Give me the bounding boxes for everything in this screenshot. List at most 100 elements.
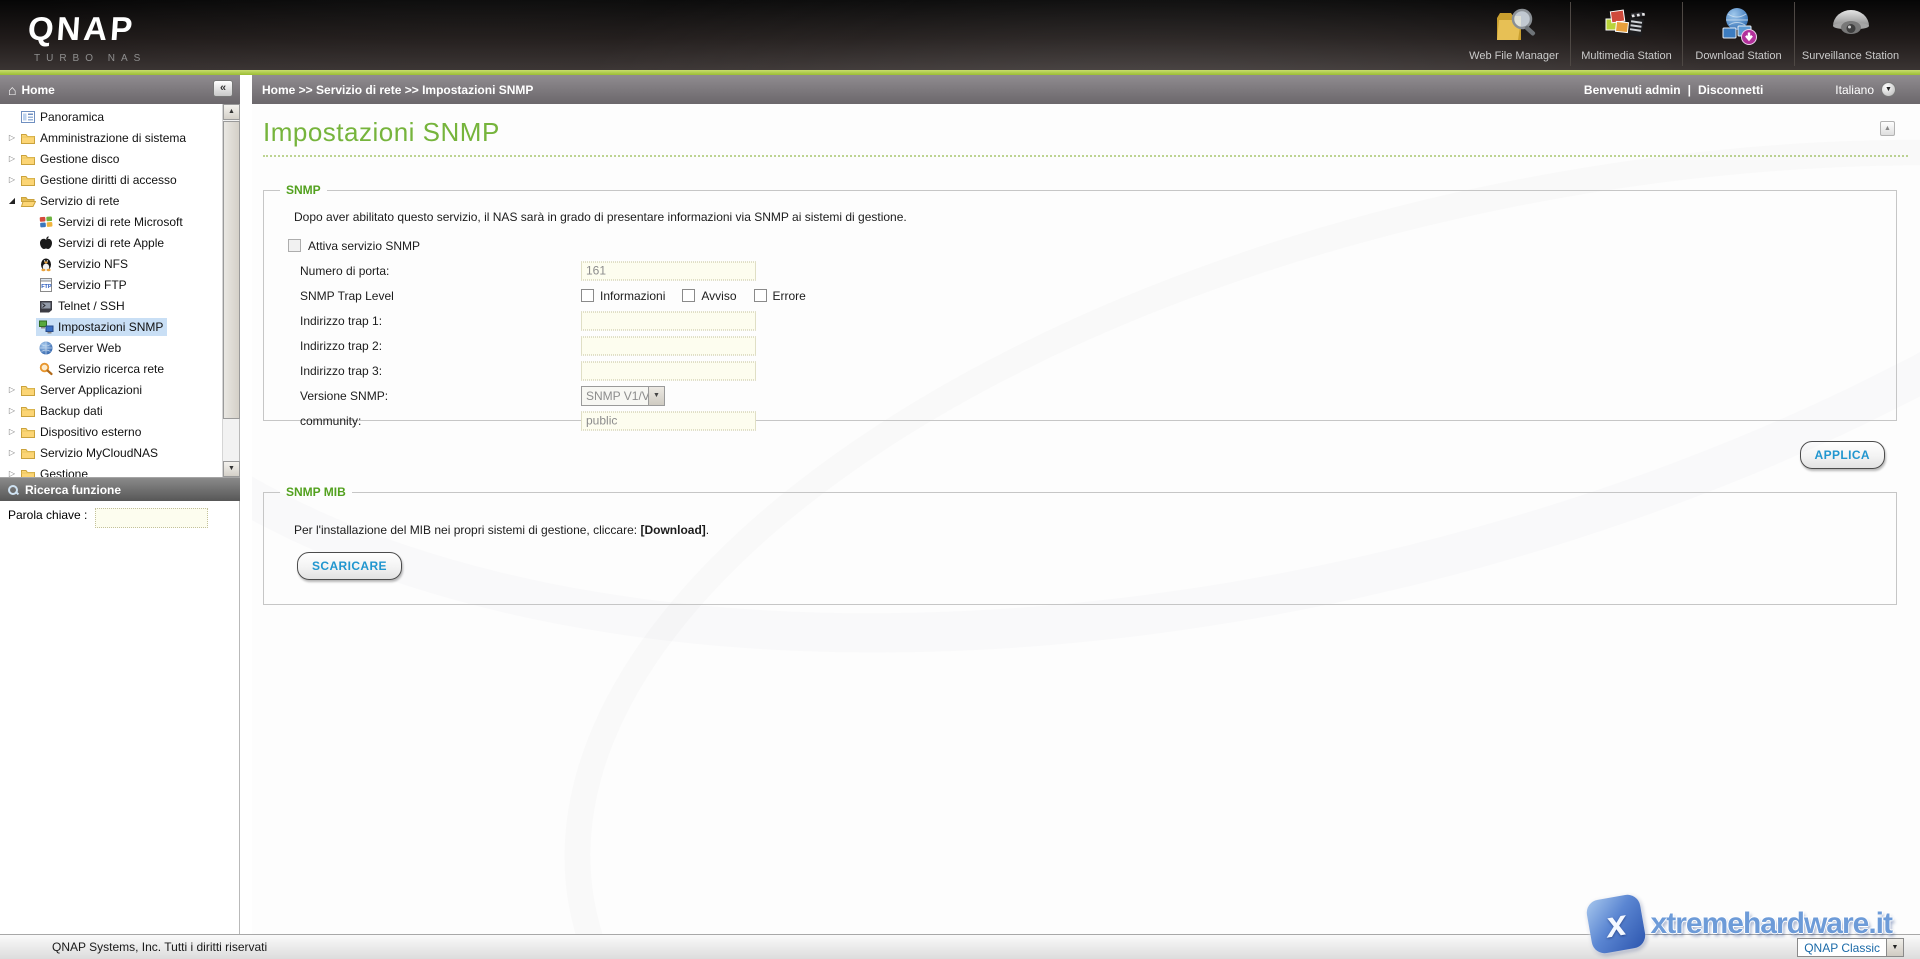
sidebar-item-server-applicazioni[interactable]: ▷Server Applicazioni: [0, 379, 222, 400]
sidebar-item-server-web[interactable]: Server Web: [0, 337, 222, 358]
collapse-sidebar-button[interactable]: «: [213, 80, 233, 97]
snmp-version-select[interactable]: SNMP V1/V2 ▼: [581, 386, 665, 406]
tree-row-body: Server Web: [36, 339, 125, 357]
port-label: Numero di porta:: [300, 264, 389, 278]
trap-errore-checkbox[interactable]: [754, 289, 767, 302]
sidebar-item-label: Gestione diritti di accesso: [40, 173, 177, 187]
enable-snmp-label: Attiva servizio SNMP: [308, 239, 420, 253]
tree-row-body: Amministrazione di sistema: [18, 129, 190, 147]
expand-arrow-icon[interactable]: ▷: [6, 175, 18, 184]
trap-option-label: Avviso: [701, 289, 736, 303]
scroll-up-icon[interactable]: ▲: [223, 104, 240, 120]
trap-option-avviso: Avviso: [682, 289, 736, 303]
tree-row-body: FTPServizio FTP: [36, 276, 131, 294]
sidebar-item-panoramica[interactable]: Panoramica: [0, 106, 222, 127]
sidebar-item-label: Panoramica: [40, 110, 104, 124]
apply-button[interactable]: APPLICA: [1800, 441, 1885, 469]
turbo-nas-label: TURBO NAS: [34, 53, 146, 64]
trap-avviso-checkbox[interactable]: [682, 289, 695, 302]
expand-arrow-icon[interactable]: ▷: [6, 469, 18, 477]
expand-arrow-icon[interactable]: ▷: [6, 385, 18, 394]
app-label: Multimedia Station: [1581, 50, 1672, 62]
snmp-description: Dopo aver abilitato questo servizio, il …: [294, 210, 1896, 224]
folder-icon: [20, 382, 36, 398]
scrollbar-thumb[interactable]: [223, 121, 240, 419]
sidebar-item-label: Servizio MyCloudNAS: [40, 446, 158, 460]
sidebar-scrollbar[interactable]: ▲ ▼: [222, 104, 239, 477]
app-label: Surveillance Station: [1802, 50, 1899, 62]
expand-arrow-icon[interactable]: ▷: [6, 154, 18, 163]
sidebar-item-amministrazione-di-sistema[interactable]: ▷Amministrazione di sistema: [0, 127, 222, 148]
tree-row-body: Servizio NFS: [36, 255, 132, 273]
sidebar-item-servizio-nfs[interactable]: Servizio NFS: [0, 253, 222, 274]
sidebar-item-backup-dati[interactable]: ▷ Backup dati: [0, 400, 222, 421]
sidebar-item-label: Servizio ricerca rete: [58, 362, 164, 376]
snmp-mib-legend: SNMP MIB: [280, 485, 352, 499]
scroll-down-icon[interactable]: ▼: [223, 461, 240, 477]
sidebar-item-label: Gestione disco: [40, 152, 119, 166]
sidebar-item-servizi-di-rete-microsoft[interactable]: Servizi di rete Microsoft: [0, 211, 222, 232]
footer: QNAP Systems, Inc. Tutti i diritti riser…: [0, 934, 1920, 959]
folder-icon: [20, 466, 36, 478]
trap1-input[interactable]: [581, 311, 756, 330]
panel-toggle-icon[interactable]: ▲: [1880, 121, 1895, 136]
folder-icon: [20, 172, 36, 188]
sidebar-item-gestione-disco[interactable]: ▷ Gestione disco: [0, 148, 222, 169]
sidebar-item-servizio-mycloudnas[interactable]: ▷ Servizio MyCloudNAS: [0, 442, 222, 463]
expand-arrow-icon[interactable]: ▷: [6, 427, 18, 436]
port-input[interactable]: [581, 261, 756, 280]
trap-option-informazioni: Informazioni: [581, 289, 665, 303]
sidebar-item-impostazioni-snmp[interactable]: Impostazioni SNMP: [0, 316, 222, 337]
snmp-form: Attiva servizio SNMP Numero di porta: SN…: [264, 233, 1896, 433]
surveillance-station-icon: [1828, 2, 1874, 48]
sidebar-item-telnet-ssh[interactable]: Telnet / SSH: [0, 295, 222, 316]
download-button[interactable]: SCARICARE: [297, 552, 402, 580]
sidebar-item-servizio-di-rete[interactable]: ◢ Servizio di rete: [0, 190, 222, 211]
expand-arrow-icon[interactable]: ▷: [6, 448, 18, 457]
keyword-input[interactable]: [95, 508, 208, 528]
trap-option-errore: Errore: [754, 289, 806, 303]
theme-select[interactable]: QNAP Classic ▼: [1797, 938, 1904, 957]
sidebar-item-label: Backup dati: [40, 404, 103, 418]
sidebar-item-label: Gestione: [40, 467, 88, 478]
trap3-input[interactable]: [581, 361, 756, 380]
app-surveillance-station[interactable]: Surveillance Station: [1794, 2, 1906, 66]
tree-row-body: Servizio MyCloudNAS: [18, 444, 162, 462]
expand-arrow-icon[interactable]: ▷: [6, 133, 18, 142]
tree-row-body: Impostazioni SNMP: [36, 318, 167, 336]
app-download-station[interactable]: Download Station: [1682, 2, 1794, 66]
sidebar-item-gestione[interactable]: ▷ Gestione: [0, 463, 222, 477]
session-info: Benvenuti admin | Disconnetti: [1584, 83, 1763, 97]
community-input[interactable]: [581, 411, 756, 430]
expand-arrow-icon[interactable]: ▷: [6, 406, 18, 415]
app-multimedia-station[interactable]: Multimedia Station: [1570, 2, 1682, 66]
sidebar-item-servizi-di-rete-apple[interactable]: Servizi di rete Apple: [0, 232, 222, 253]
sidebar-item-label: Server Web: [58, 341, 121, 355]
sidebar-item-label: Servizio di rete: [40, 194, 119, 208]
separator: |: [1688, 83, 1691, 97]
sidebar-header: ⌂ Home «: [0, 75, 240, 104]
folder-icon: [20, 403, 36, 419]
trap2-input[interactable]: [581, 336, 756, 355]
enable-snmp-checkbox[interactable]: [288, 239, 301, 252]
snmp-icon: [38, 319, 54, 335]
sidebar-item-label: Impostazioni SNMP: [58, 320, 163, 334]
copyright-text: QNAP Systems, Inc. Tutti i diritti riser…: [52, 940, 267, 954]
mib-text-after: .: [706, 523, 709, 537]
sidebar-item-gestione-diritti-di-accesso[interactable]: ▷ Gestione diritti di accesso: [0, 169, 222, 190]
logout-link[interactable]: Disconnetti: [1698, 83, 1763, 97]
search-orange-icon: [38, 361, 54, 377]
collapse-arrow-icon[interactable]: ◢: [6, 196, 18, 205]
language-dropdown-icon[interactable]: ▼: [1881, 82, 1896, 97]
sidebar-item-dispositivo-esterno[interactable]: ▷Dispositivo esterno: [0, 421, 222, 442]
sidebar-header-title: Home: [21, 83, 54, 97]
sidebar-item-servizio-ftp[interactable]: FTPServizio FTP: [0, 274, 222, 295]
sidebar-item-servizio-ricerca-rete[interactable]: Servizio ricerca rete: [0, 358, 222, 379]
trap-level-row: SNMP Trap Level InformazioniAvvisoErrore: [264, 283, 1896, 308]
app-web-file-manager[interactable]: Web File Manager: [1458, 2, 1570, 66]
theme-select-value: QNAP Classic: [1798, 939, 1886, 956]
sidebar-item-label: Servizio NFS: [58, 257, 128, 271]
mib-instruction: Per l'installazione del MIB nei propri s…: [294, 523, 1896, 537]
language-selector[interactable]: Italiano ▼: [1835, 82, 1896, 97]
trap-informazioni-checkbox[interactable]: [581, 289, 594, 302]
